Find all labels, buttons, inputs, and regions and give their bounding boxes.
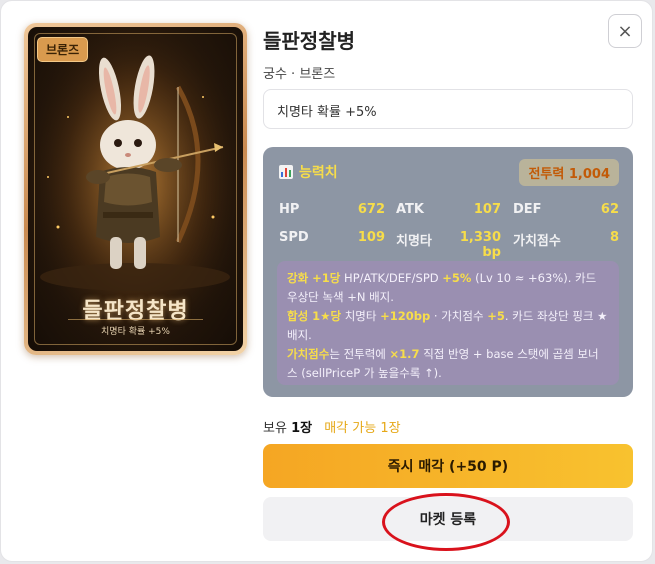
effect-text: 치명타 확률 +5% — [277, 105, 377, 120]
sellable-count: 매각 가능 1장 — [324, 421, 401, 436]
stat-label-spd: SPD — [279, 230, 309, 245]
synth-text: 치명타 — [341, 309, 381, 323]
synth-text-2: · 가치점수 — [430, 309, 488, 323]
ownership-info: 보유 1장 매각 가능 1장 — [263, 417, 401, 436]
stat-row: HP 672 ATK 107 DEF 62 — [279, 202, 619, 230]
bar-chart-icon — [279, 165, 293, 179]
synth-highlight-2: +5 — [487, 309, 505, 323]
value-text: 는 전투력에 — [329, 347, 390, 361]
rarity-badge: 브론즈 — [37, 37, 89, 62]
close-icon: × — [617, 20, 633, 42]
instant-sell-button[interactable]: 즉시 매각 (+50 P) — [263, 444, 633, 488]
enhance-key: 강화 +1당 — [287, 271, 341, 285]
market-register-button[interactable]: 마켓 등록 — [263, 497, 633, 541]
stat-value-spd: 109 — [357, 230, 385, 245]
stat-grid: HP 672 ATK 107 DEF 62 SPD 109 치명타 1,330 … — [279, 202, 619, 260]
owned-label: 보유 — [263, 421, 287, 436]
stat-label-value-score: 가치점수 — [513, 234, 561, 249]
stat-value-atk: 107 — [473, 202, 501, 217]
enhance-info: 강화 +1당 HP/ATK/DEF/SPD +5% (Lv 10 ≈ +63%)… — [287, 269, 609, 307]
card-name: 들판정찰병 — [82, 298, 189, 324]
card-subtitle: 치명타 확률 +5% — [101, 327, 170, 337]
synth-info: 합성 1★당 치명타 +120bp · 가치점수 +5. 카드 좌상단 핑크 ★… — [287, 307, 609, 345]
stat-label-atk: ATK — [396, 202, 424, 217]
card-artwork-frame: 브론즈 들판정찰병 치명타 확률 +5% — [28, 27, 243, 351]
owned-count: 1장 — [291, 421, 313, 436]
close-button[interactable]: × — [608, 14, 642, 48]
synth-highlight-1: +120bp — [380, 309, 431, 323]
stats-panel: 능력치 전투력 1,004 HP 672 ATK 107 DEF 62 SPD … — [263, 147, 633, 397]
value-key: 가치점수 — [287, 347, 330, 361]
effect-box: 치명타 확률 +5% — [263, 89, 633, 129]
stat-value-hp: 672 — [357, 202, 385, 217]
detail-title: 들판정찰병 — [263, 29, 355, 53]
value-info: 가치점수는 전투력에 ×1.7 직접 반영 + base 스탯에 곱셈 보너스 … — [287, 345, 609, 383]
enhance-highlight: +5% — [442, 271, 472, 285]
stat-label-hp: HP — [279, 202, 300, 217]
stat-value-def: 62 — [600, 202, 619, 217]
stat-label-def: DEF — [513, 202, 542, 217]
stat-row: SPD 109 치명타 1,330 bp 가치점수 8 — [279, 230, 619, 260]
stat-label-crit: 치명타 — [396, 234, 432, 249]
stats-header-label: 능력치 — [299, 165, 338, 181]
card-detail-modal: 브론즈 들판정찰병 치명타 확률 +5% 들판정찰병 × 궁수 · 브론즈 치명… — [0, 0, 653, 562]
stats-header: 능력치 — [279, 162, 338, 182]
card-divider — [68, 319, 203, 320]
stats-info-box: 강화 +1당 HP/ATK/DEF/SPD +5% (Lv 10 ≈ +63%)… — [277, 261, 619, 385]
stat-value-crit: 1,330 bp — [459, 230, 501, 260]
instant-sell-label: 즉시 매각 (+50 P) — [387, 459, 509, 475]
stat-value-value-score: 8 — [609, 230, 619, 245]
synth-key: 합성 1★당 — [287, 309, 342, 323]
value-highlight: ×1.7 — [389, 347, 420, 361]
combat-power-badge: 전투력 1,004 — [519, 159, 619, 186]
enhance-text: HP/ATK/DEF/SPD — [340, 271, 443, 285]
detail-subtitle: 궁수 · 브론즈 — [263, 67, 336, 82]
market-register-label: 마켓 등록 — [419, 512, 477, 528]
card-image: 브론즈 들판정찰병 치명타 확률 +5% — [24, 23, 247, 355]
